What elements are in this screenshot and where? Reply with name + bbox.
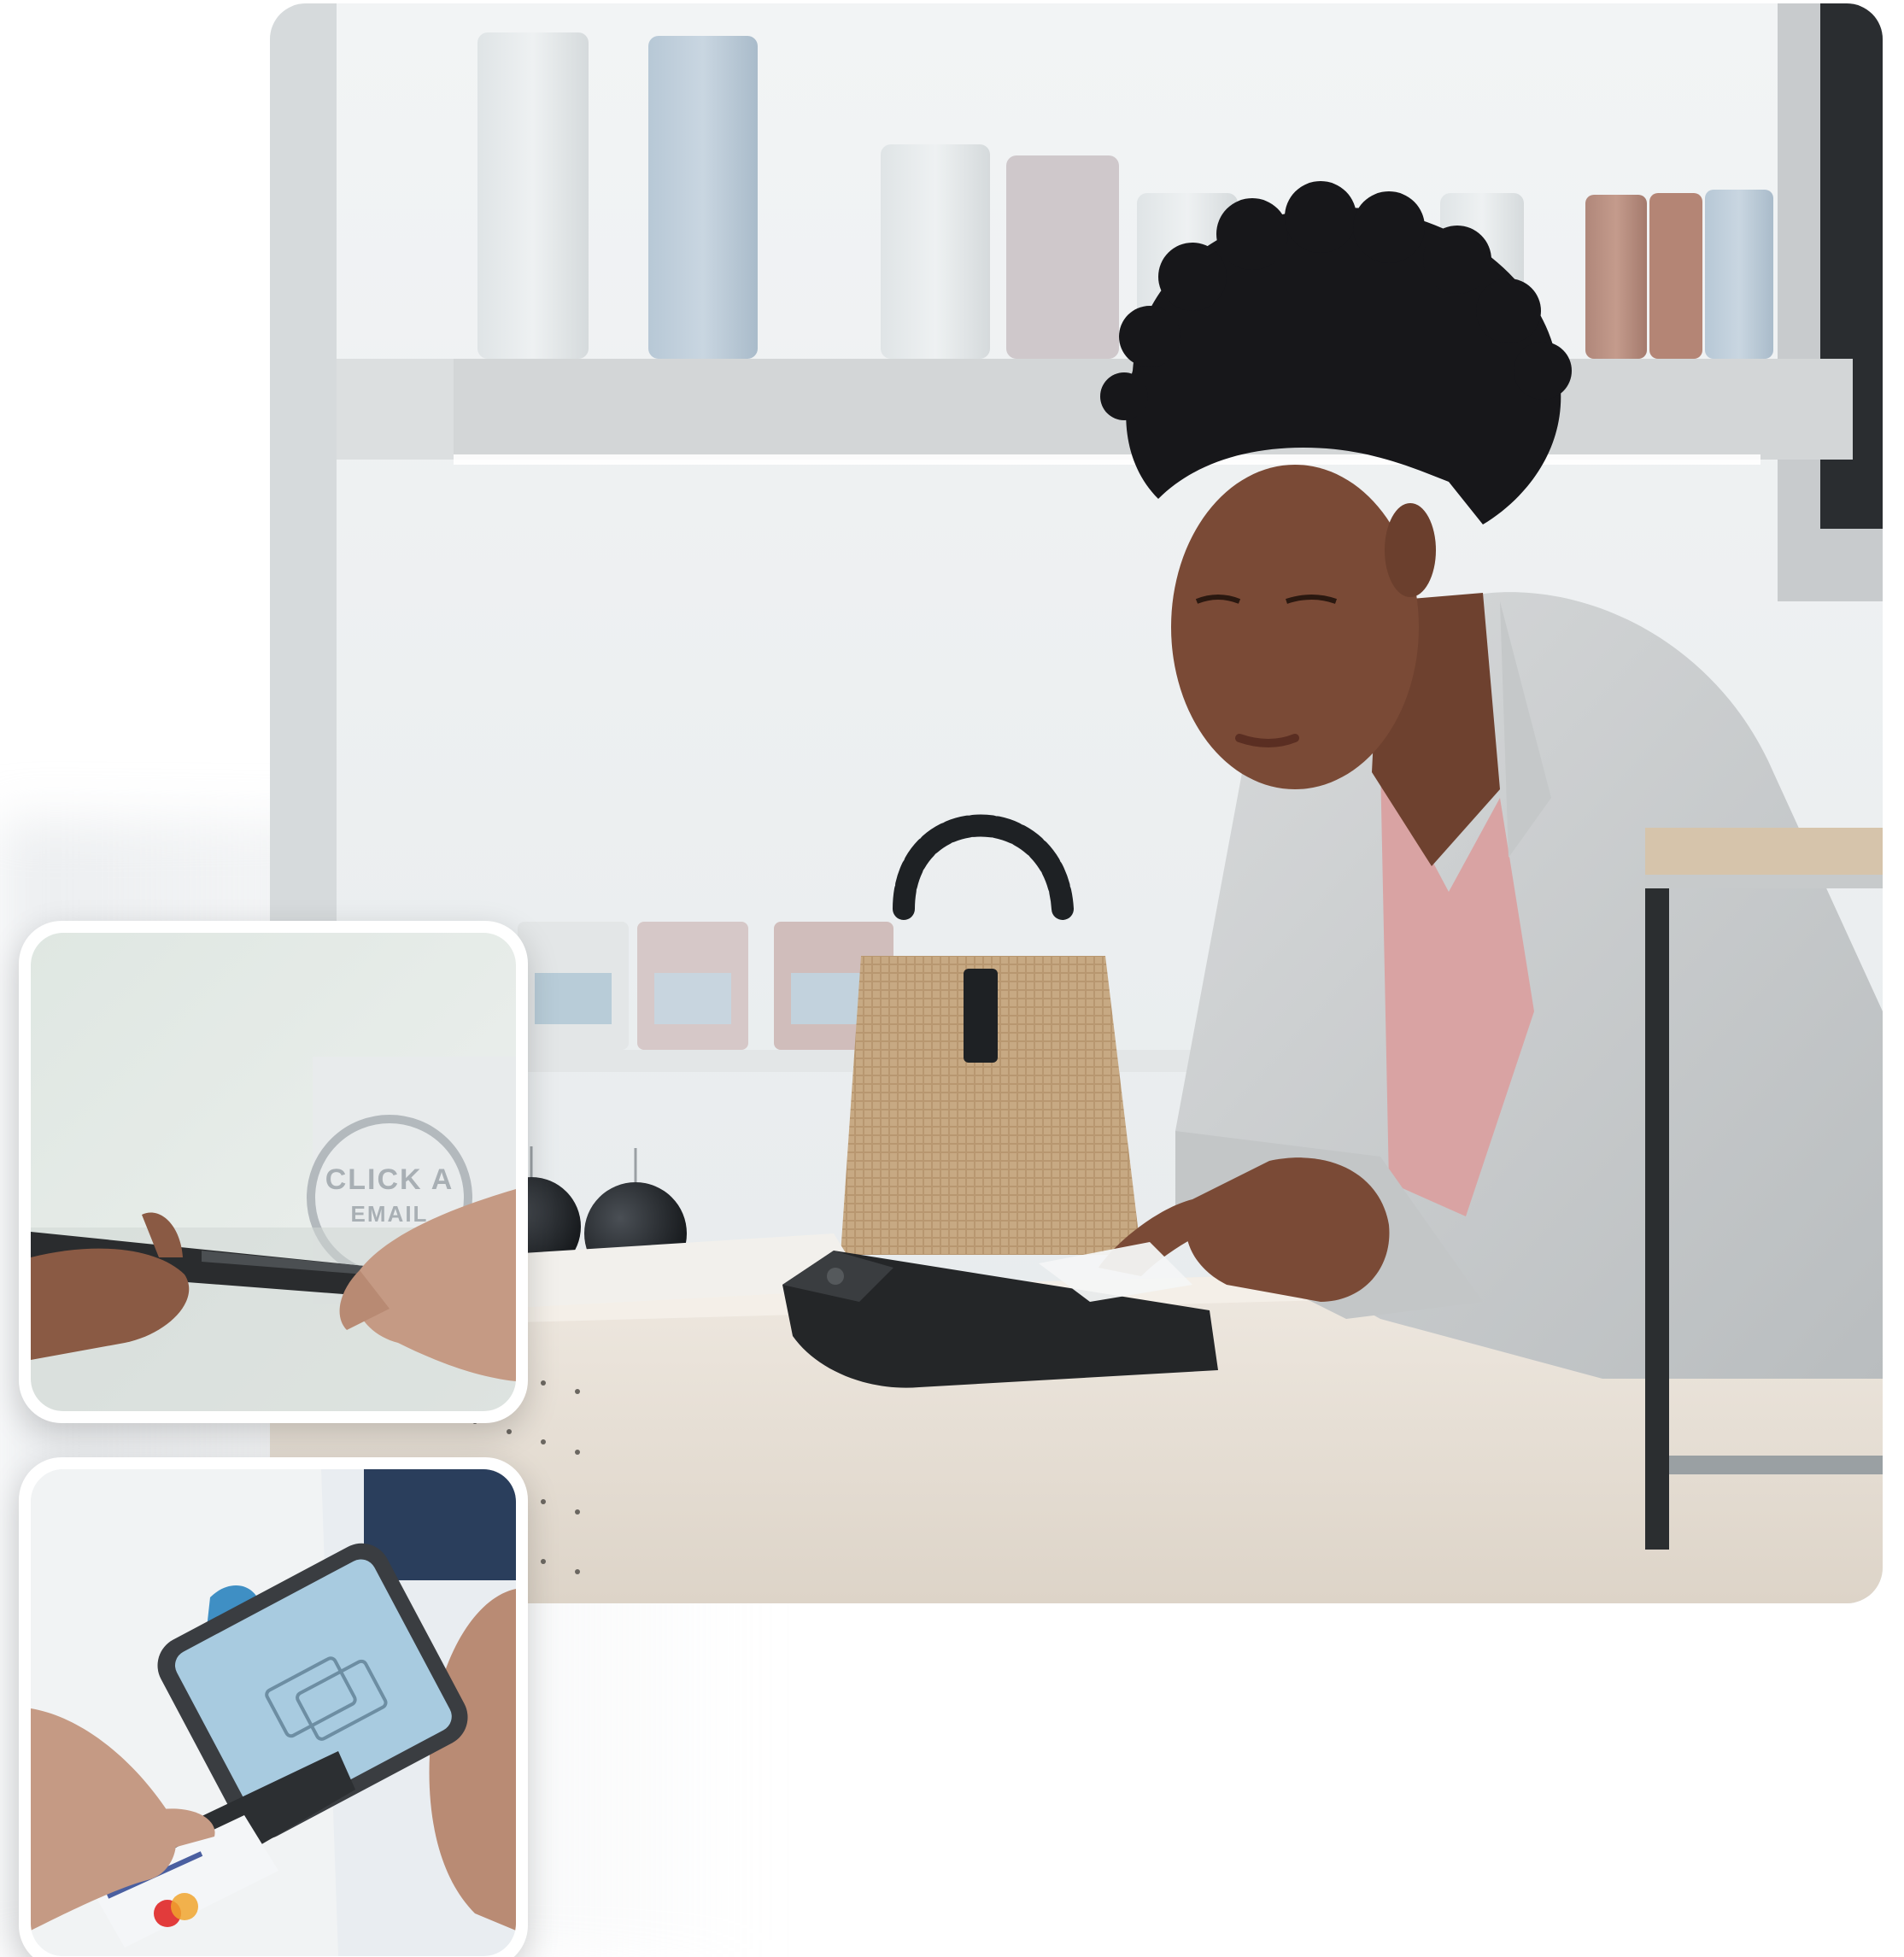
card-reader-scene bbox=[31, 1469, 516, 1956]
candle bbox=[477, 32, 589, 359]
bag-logo-line1: CLICK A bbox=[325, 1163, 454, 1196]
wall-column bbox=[270, 3, 337, 1028]
collage: CLICK A EMAIL bbox=[0, 0, 1904, 1957]
handover-scene: CLICK A EMAIL bbox=[31, 933, 516, 1411]
candle bbox=[1006, 155, 1119, 359]
shelf-light bbox=[454, 454, 1760, 465]
bag-logo-line2: EMAIL bbox=[351, 1201, 429, 1227]
candle bbox=[1649, 193, 1702, 359]
candle bbox=[1705, 190, 1773, 359]
candle bbox=[648, 36, 758, 359]
jar-candles bbox=[518, 922, 893, 1050]
inset-card-reader-photo bbox=[19, 1457, 528, 1957]
inset-handover-photo: CLICK A EMAIL bbox=[19, 921, 528, 1423]
candle bbox=[1585, 195, 1647, 359]
candle bbox=[881, 144, 990, 359]
